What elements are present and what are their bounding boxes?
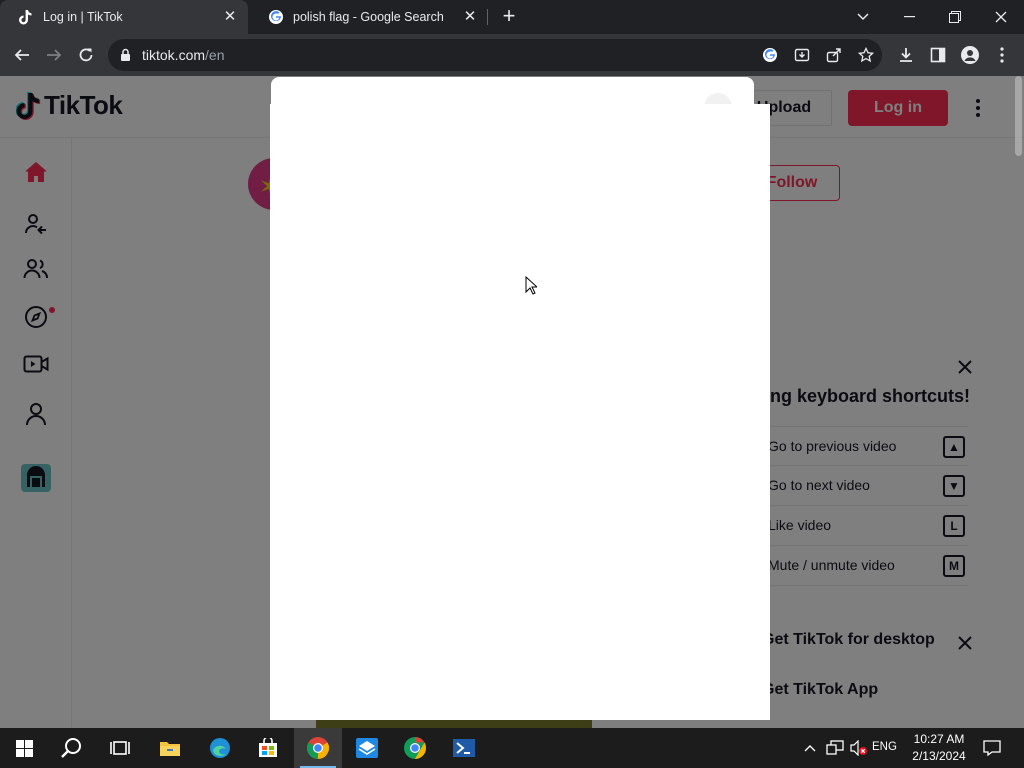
- url-path: /en: [205, 47, 225, 63]
- close-window-button[interactable]: [978, 0, 1024, 34]
- url-host: tiktok.com: [142, 47, 206, 63]
- address-bar[interactable]: tiktok.com/en: [108, 39, 882, 71]
- tab-google-search[interactable]: polish flag - Google Search ✕: [250, 0, 488, 34]
- windows-taskbar: ENG 10:27 AM 2/13/2024: [0, 728, 1024, 768]
- tab-title: Log in | TikTok: [43, 10, 123, 24]
- system-clock[interactable]: 10:27 AM 2/13/2024: [904, 731, 974, 765]
- back-button[interactable]: [8, 41, 36, 69]
- store-icon[interactable]: [244, 728, 292, 768]
- tiktok-page: TikTok Upload Log in ✶: [0, 76, 1024, 728]
- task-view-icon[interactable]: [96, 728, 144, 768]
- mouse-cursor-icon: [525, 276, 537, 295]
- profile-avatar-icon[interactable]: [956, 41, 984, 69]
- file-explorer-icon[interactable]: [146, 728, 194, 768]
- chrome-alt-icon[interactable]: [391, 728, 439, 768]
- chrome-icon[interactable]: [294, 728, 342, 768]
- page-scrollbar[interactable]: [1012, 76, 1024, 728]
- mail-app-icon[interactable]: [343, 728, 391, 768]
- tab-search-chevron-icon[interactable]: [840, 0, 886, 34]
- login-modal-blank: [270, 104, 770, 720]
- lock-icon[interactable]: [120, 48, 131, 67]
- search-icon[interactable]: [48, 728, 96, 768]
- reload-button[interactable]: [72, 41, 100, 69]
- new-tab-button[interactable]: +: [498, 5, 520, 28]
- network-icon[interactable]: [826, 740, 844, 756]
- language-indicator[interactable]: ENG: [872, 741, 897, 753]
- tab-separator: [487, 9, 488, 25]
- volume-muted-icon[interactable]: [850, 740, 868, 756]
- minimize-button[interactable]: [886, 0, 932, 34]
- notifications-icon[interactable]: [982, 740, 1002, 756]
- downloads-icon[interactable]: [892, 41, 920, 69]
- start-icon[interactable]: [0, 728, 48, 768]
- bookmark-star-icon[interactable]: [854, 43, 878, 67]
- clock-time: 10:27 AM: [913, 732, 965, 746]
- tab-close-icon[interactable]: ✕: [222, 9, 238, 25]
- tab-title: polish flag - Google Search: [293, 10, 444, 24]
- browser-tabstrip: Log in | TikTok ✕ polish flag - Google S…: [0, 0, 1024, 34]
- google-icon: [268, 9, 284, 25]
- edge-icon[interactable]: [196, 728, 244, 768]
- install-app-icon[interactable]: [790, 43, 814, 67]
- google-lens-icon[interactable]: [758, 43, 782, 67]
- browser-toolbar: tiktok.com/en: [0, 34, 1024, 76]
- tab-tiktok-login[interactable]: Log in | TikTok ✕: [0, 0, 248, 34]
- scrollbar-thumb[interactable]: [1015, 76, 1022, 156]
- clock-date: 2/13/2024: [912, 749, 966, 763]
- tiktok-icon: [18, 9, 34, 25]
- share-icon[interactable]: [822, 43, 846, 67]
- restore-button[interactable]: [932, 0, 978, 34]
- tab-close-icon[interactable]: ✕: [462, 9, 478, 25]
- tray-chevron-up-icon[interactable]: [802, 740, 818, 756]
- terminal-icon[interactable]: [440, 728, 488, 768]
- url-text: tiktok.com/en: [142, 47, 224, 63]
- forward-button[interactable]: [40, 41, 68, 69]
- chrome-menu-icon[interactable]: [988, 41, 1016, 69]
- side-panel-icon[interactable]: [924, 41, 952, 69]
